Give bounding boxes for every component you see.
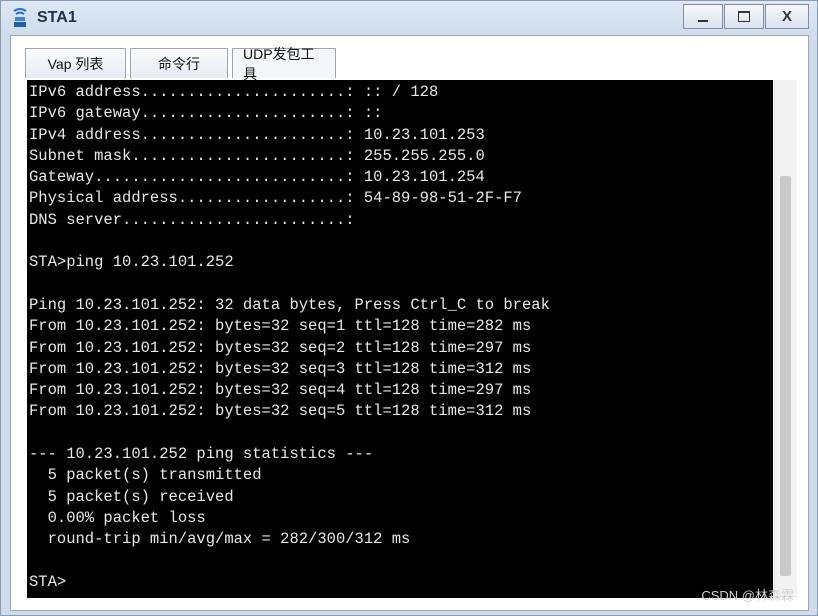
terminal-line: From 10.23.101.252: bytes=32 seq=5 ttl=1…	[29, 402, 532, 421]
terminal-line: From 10.23.101.252: bytes=32 seq=4 ttl=1…	[29, 381, 532, 400]
terminal-line: Ping 10.23.101.252: 32 data bytes, Press…	[29, 295, 550, 314]
terminal-line: 5 packet(s) transmitted	[29, 466, 262, 485]
tab-udp-tool[interactable]: UDP发包工具	[232, 46, 336, 82]
window-controls: X	[682, 4, 809, 29]
terminal-line: Subnet mask.......................: 255.…	[29, 146, 485, 165]
terminal-line: From 10.23.101.252: bytes=32 seq=2 ttl=1…	[29, 338, 532, 357]
tab-command-line[interactable]: 命令行	[130, 48, 228, 78]
terminal-line: round-trip min/avg/max = 282/300/312 ms	[29, 530, 411, 549]
minimize-button[interactable]	[683, 4, 723, 29]
terminal-line: IPv6 address......................: :: /…	[29, 83, 439, 101]
terminal-output[interactable]: IPv6 address......................: :: /…	[27, 80, 773, 598]
maximize-icon	[738, 11, 750, 22]
terminal-line: Gateway...........................: 10.2…	[29, 168, 485, 187]
terminal-line: IPv6 gateway......................: ::	[29, 104, 383, 123]
close-button[interactable]: X	[765, 4, 809, 29]
terminal-line: DNS server........................:	[29, 210, 355, 229]
terminal-line: Physical address..................: 54-8…	[29, 189, 522, 208]
maximize-button[interactable]	[724, 4, 764, 29]
terminal-line: --- 10.23.101.252 ping statistics ---	[29, 445, 374, 464]
window-title: STA1	[37, 9, 77, 26]
terminal-scrollbar[interactable]	[774, 80, 797, 598]
watermark: CSDN @林森霖	[701, 588, 794, 603]
client-area: Vap 列表 命令行 UDP发包工具 IPv6 address.........…	[10, 35, 809, 611]
sta1-window: STA1 X Vap 列表 命令行 UDP发包工具 IPv6 address..…	[0, 0, 818, 616]
terminal-line: 0.00% packet loss	[29, 508, 206, 527]
minimize-icon	[698, 19, 708, 22]
station-icon	[13, 8, 27, 27]
terminal-line: STA>ping 10.23.101.252	[29, 253, 234, 272]
scrollbar-thumb[interactable]	[780, 176, 791, 576]
tab-strip: Vap 列表 命令行 UDP发包工具	[25, 46, 340, 82]
terminal-line: 5 packet(s) received	[29, 487, 234, 506]
tab-vap-list[interactable]: Vap 列表	[25, 48, 126, 78]
terminal-line: From 10.23.101.252: bytes=32 seq=3 ttl=1…	[29, 359, 532, 378]
terminal-line: From 10.23.101.252: bytes=32 seq=1 ttl=1…	[29, 317, 532, 336]
title-bar[interactable]: STA1 X	[1, 1, 817, 35]
terminal-line: IPv4 address......................: 10.2…	[29, 125, 485, 144]
terminal-line: STA>	[29, 572, 67, 591]
